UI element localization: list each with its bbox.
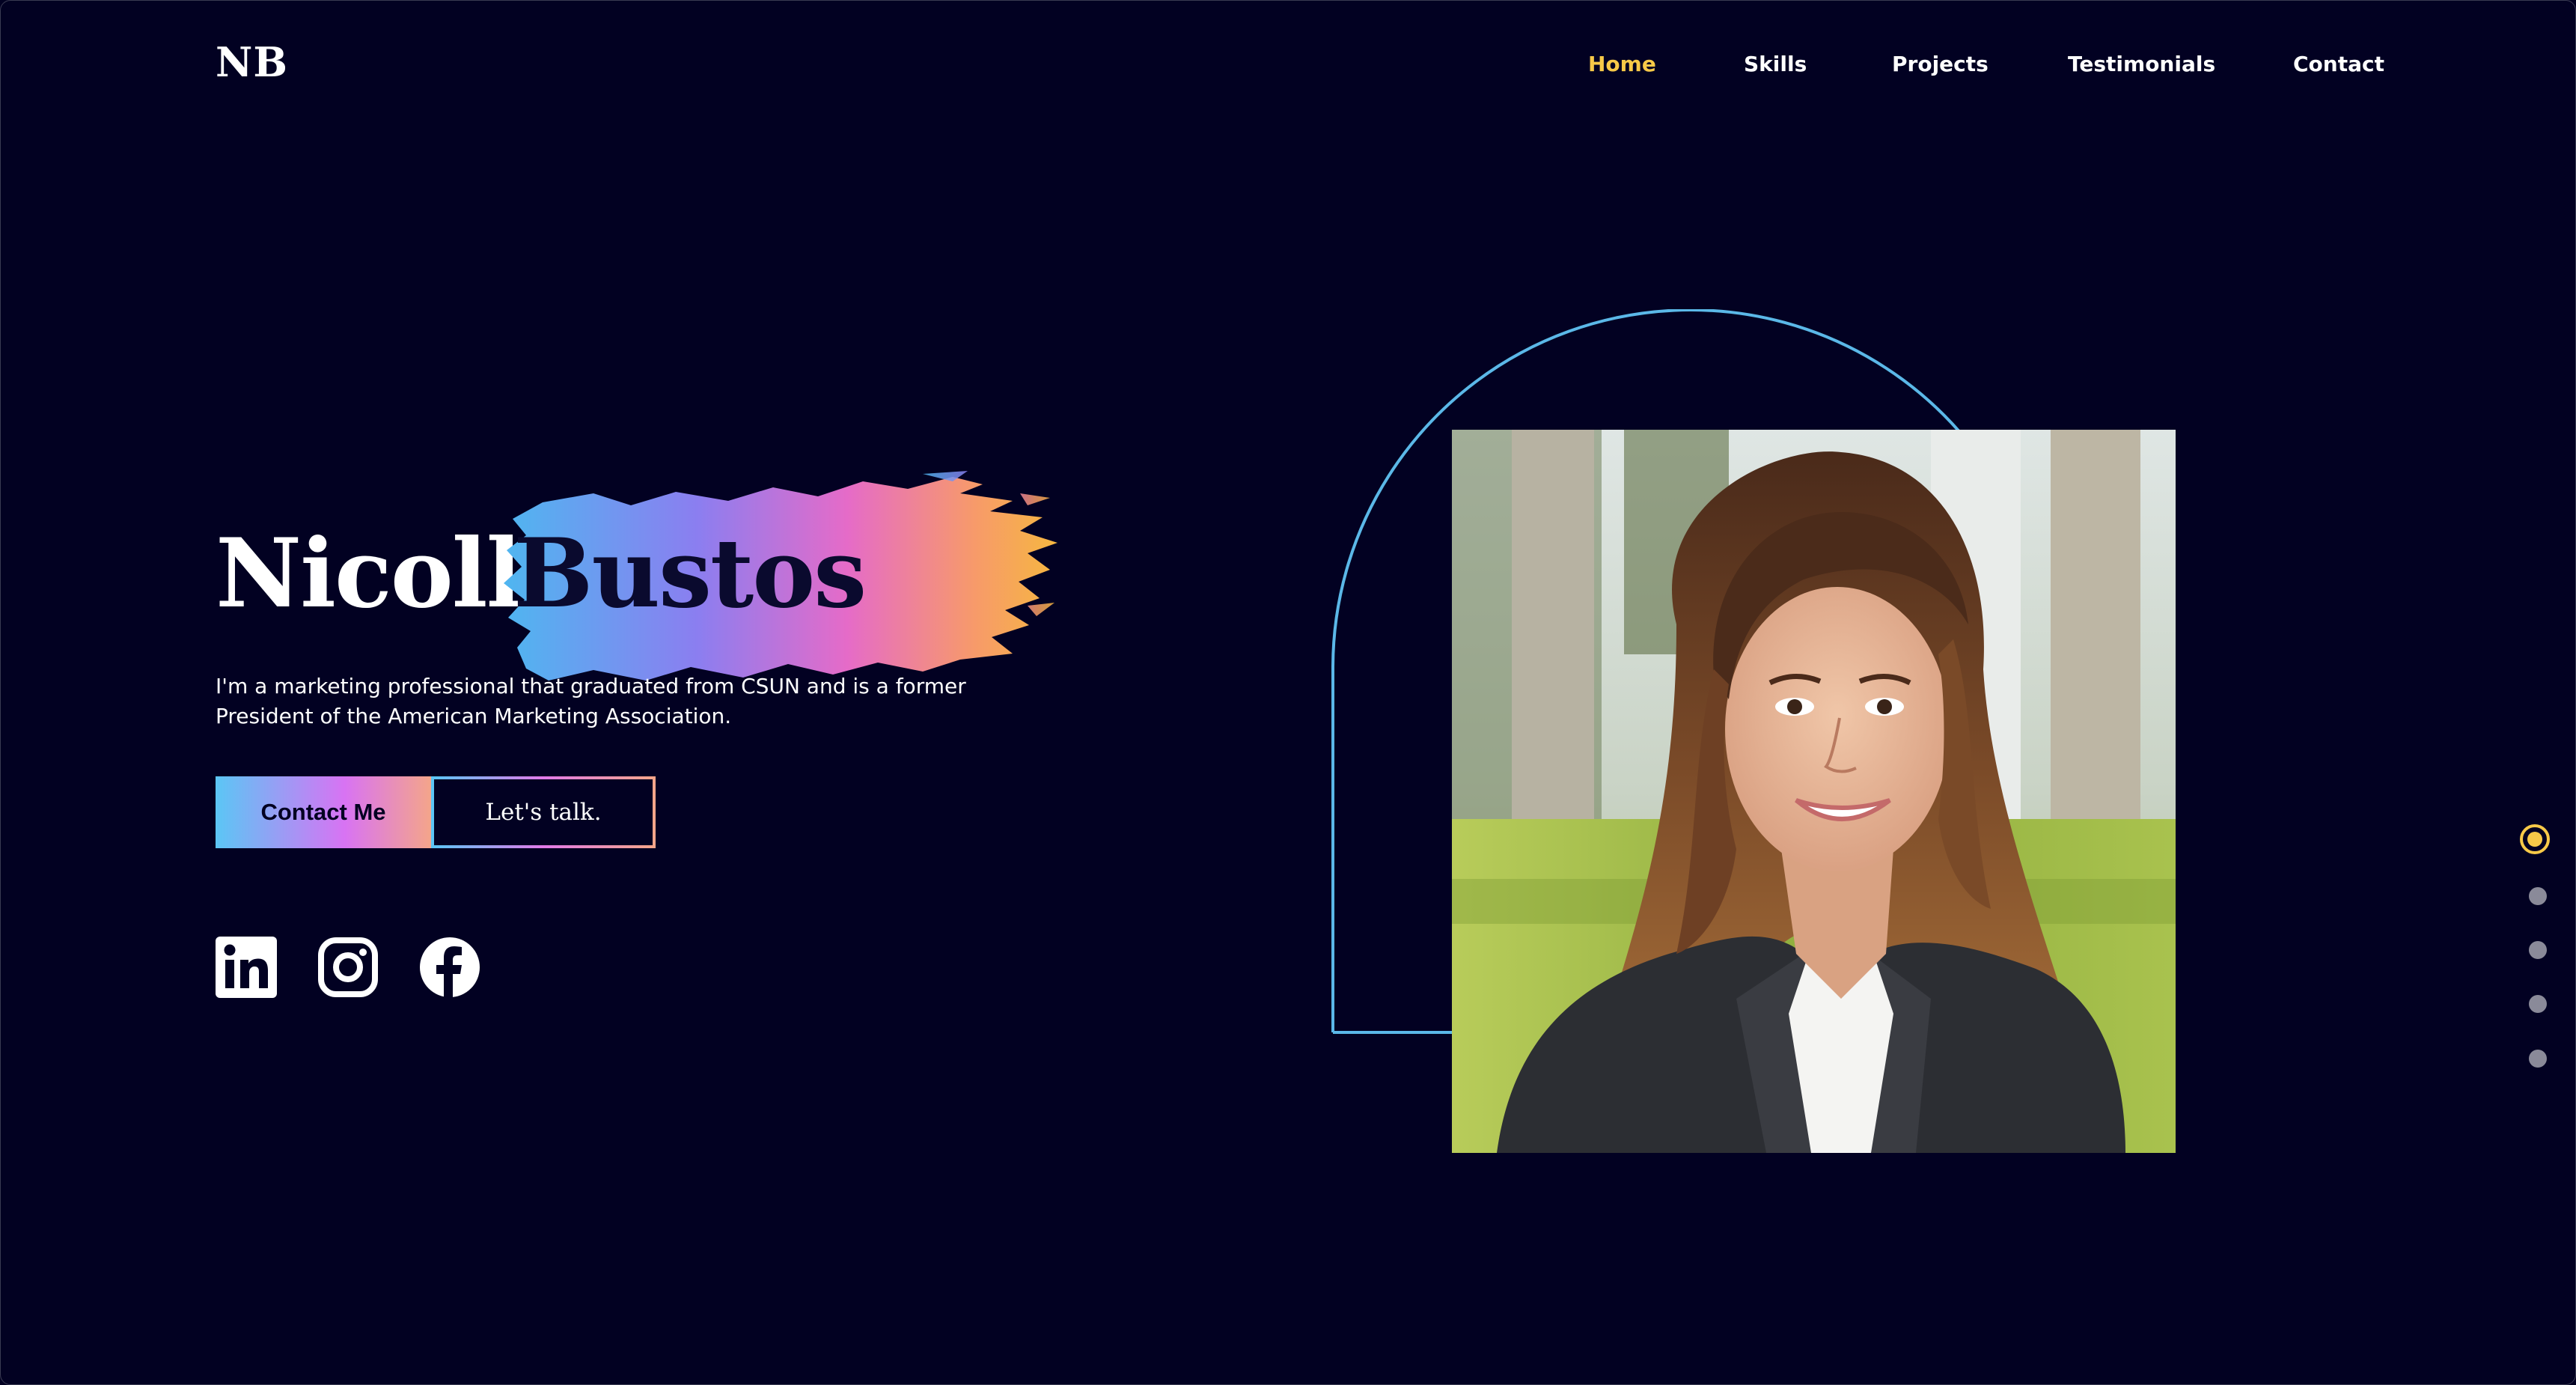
site-logo[interactable]: NB	[216, 38, 288, 86]
profile-photo	[1452, 430, 2176, 1153]
section-dot-skills[interactable]	[2529, 887, 2547, 905]
nav-home[interactable]: Home	[1588, 52, 1656, 76]
hero-buttons: Contact Me Let's talk.	[216, 776, 656, 848]
instagram-icon[interactable]	[317, 937, 379, 998]
linkedin-icon[interactable]	[216, 937, 277, 998]
nav-projects[interactable]: Projects	[1892, 52, 1989, 76]
facebook-icon[interactable]	[419, 937, 480, 998]
section-dot-projects[interactable]	[2529, 941, 2547, 959]
lets-talk-button[interactable]: Let's talk.	[431, 776, 656, 848]
nav-skills[interactable]: Skills	[1744, 52, 1807, 76]
section-dot-home[interactable]	[2520, 824, 2550, 854]
last-name: Bustos	[513, 518, 867, 629]
social-links	[216, 937, 480, 998]
nav-testimonials[interactable]: Testimonials	[2068, 52, 2215, 76]
nav-contact[interactable]: Contact	[2293, 52, 2384, 76]
app-window: NB Home Skills Projects Testimonials Con…	[0, 0, 2576, 1385]
section-dot-contact[interactable]	[2529, 1050, 2547, 1068]
contact-me-button[interactable]: Contact Me	[216, 776, 431, 848]
hero-tagline: I'm a marketing professional that gradua…	[216, 674, 966, 728]
section-dot-testimonials[interactable]	[2529, 995, 2547, 1013]
